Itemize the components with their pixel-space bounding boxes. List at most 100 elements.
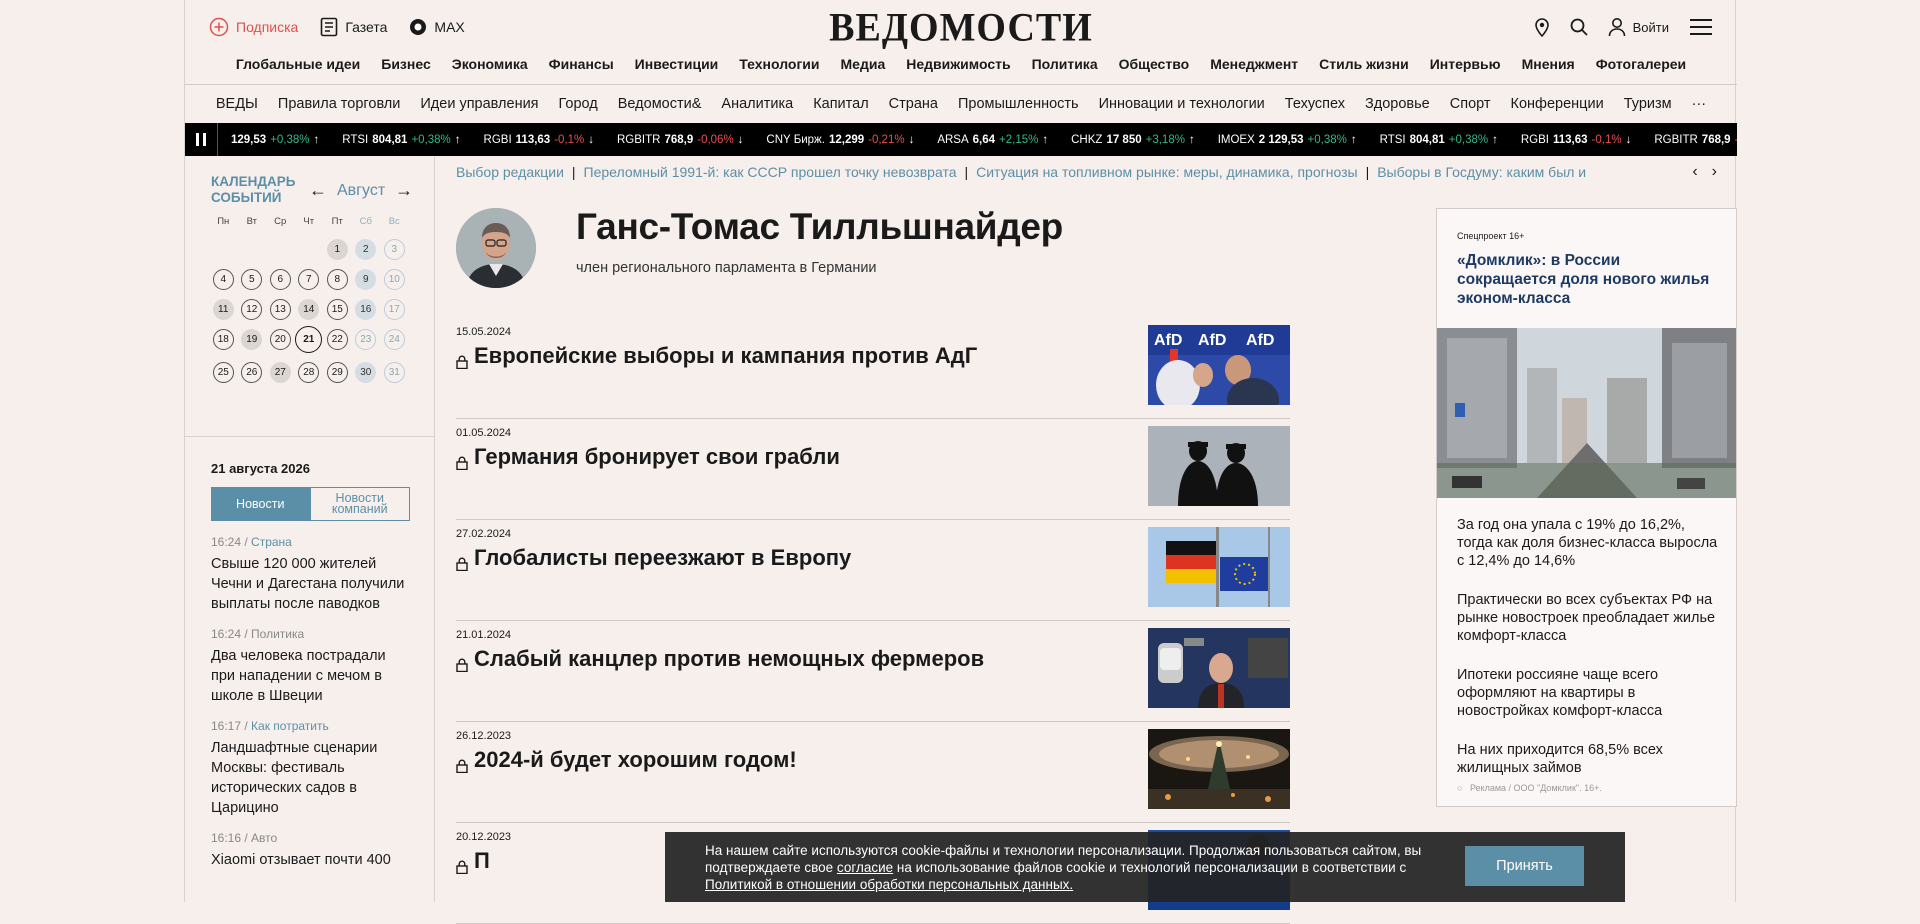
- search-icon[interactable]: [1570, 18, 1588, 36]
- nav-item[interactable]: Город: [559, 96, 598, 112]
- tab-news[interactable]: Новости: [211, 487, 310, 521]
- article-title-link[interactable]: Глобалисты переезжают в Европу: [456, 545, 851, 572]
- nav-item[interactable]: Политика: [1032, 56, 1098, 84]
- nav-item[interactable]: Страна: [889, 96, 938, 112]
- ad-point[interactable]: На них приходится 68,5% всех жилищных за…: [1457, 741, 1719, 777]
- ticker-item[interactable]: RGBI 113,63 -0,1% ↓: [484, 134, 594, 146]
- prev-month-arrow-icon[interactable]: ←: [309, 180, 327, 201]
- calendar-day[interactable]: 23: [355, 329, 377, 350]
- topic-link[interactable]: Ситуация на топливном рынке: меры, динам…: [976, 164, 1357, 180]
- nav-item[interactable]: Фотогалереи: [1596, 56, 1686, 84]
- login-button[interactable]: Войти: [1608, 17, 1669, 37]
- ticker-item[interactable]: IMOEX 2 129,53 +0,38% ↑: [1218, 134, 1357, 146]
- article-title-link[interactable]: П: [456, 848, 490, 875]
- ticker-item[interactable]: CNY Бирж. 12,299 -0,21% ↓: [766, 134, 914, 146]
- calendar-day[interactable]: 22: [326, 329, 348, 350]
- topic-link[interactable]: Выборы в Госдуму: каким был и будет росс…: [1377, 164, 1586, 180]
- ticker-item[interactable]: RTSI 804,81 +0,38% ↑: [342, 134, 460, 146]
- calendar-day[interactable]: 20: [269, 329, 291, 350]
- calendar-day[interactable]: 19: [241, 329, 263, 350]
- calendar-day[interactable]: 1: [326, 239, 348, 260]
- calendar-day[interactable]: 18: [212, 329, 234, 350]
- nav-item[interactable]: Инновации и технологии: [1099, 96, 1265, 112]
- calendar-day[interactable]: 17: [383, 299, 405, 320]
- news-category[interactable]: Авто: [251, 831, 277, 845]
- nav-item[interactable]: Конференции: [1511, 96, 1604, 112]
- calendar-title[interactable]: КАЛЕНДАРЬ СОБЫТИЙ: [211, 174, 301, 206]
- nav-item[interactable]: Техуспех: [1285, 96, 1345, 112]
- chevron-left-icon[interactable]: ‹: [1692, 163, 1697, 181]
- nav-item[interactable]: Стиль жизни: [1319, 56, 1409, 84]
- ticker-item[interactable]: RGBI 113,63 -0,1% ↓: [1521, 134, 1631, 146]
- accept-cookies-button[interactable]: Принять: [1465, 846, 1584, 886]
- nav-item[interactable]: ВЕДЫ: [216, 96, 258, 112]
- article-title-link[interactable]: 2024-й будет хорошим годом!: [456, 747, 797, 774]
- topic-link[interactable]: Переломный 1991-й: как СССР прошел точку…: [584, 164, 957, 180]
- news-category[interactable]: Страна: [251, 535, 292, 549]
- site-logo[interactable]: ВЕДОМОСТИ: [185, 5, 1737, 51]
- menu-icon[interactable]: [1689, 18, 1713, 36]
- news-title[interactable]: Свыше 120 000 жителей Чечни и Дагестана …: [211, 554, 411, 614]
- calendar-day[interactable]: 26: [241, 362, 263, 383]
- calendar-day[interactable]: 15: [326, 299, 348, 320]
- nav-item[interactable]: Идеи управления: [420, 96, 538, 112]
- calendar-day[interactable]: 28: [298, 362, 320, 383]
- calendar-day[interactable]: 14: [298, 299, 320, 320]
- ad-point[interactable]: За год она упала с 19% до 16,2%, тогда к…: [1457, 516, 1719, 570]
- calendar-day[interactable]: 12: [241, 299, 263, 320]
- calendar-day[interactable]: 24: [383, 329, 405, 350]
- ticker-item[interactable]: ARSA 6,64 +2,15% ↑: [937, 134, 1048, 146]
- nav-item[interactable]: Инвестиции: [635, 56, 719, 84]
- article-title-link[interactable]: Слабый канцлер против немощных фермеров: [456, 646, 984, 673]
- nav-item[interactable]: Промышленность: [958, 96, 1079, 112]
- calendar-day[interactable]: 2: [355, 239, 377, 260]
- calendar-day[interactable]: 31: [383, 362, 405, 383]
- nav-item[interactable]: Медиа: [841, 56, 886, 84]
- calendar-day[interactable]: 9: [355, 269, 377, 290]
- nav-item[interactable]: Аналитика: [721, 96, 793, 112]
- nav-item[interactable]: Глобальные идеи: [236, 56, 360, 84]
- ad-point[interactable]: Ипотеки россияне чаще всего оформляют на…: [1457, 666, 1719, 720]
- article-thumbnail[interactable]: AfD AfD AfD: [1148, 325, 1290, 405]
- article-thumbnail[interactable]: [1148, 729, 1290, 809]
- calendar-day[interactable]: 10: [383, 269, 405, 290]
- news-title[interactable]: Ландшафтные сценарии Москвы: фестиваль и…: [211, 738, 411, 818]
- calendar-day[interactable]: 7: [298, 269, 320, 290]
- ad-title[interactable]: «Домклик»: в России сокращается доля нов…: [1457, 251, 1719, 308]
- article-title-link[interactable]: Германия бронирует свои грабли: [456, 444, 840, 471]
- news-category[interactable]: Как потратить: [251, 719, 329, 733]
- tab-company-news[interactable]: Новости компаний: [309, 487, 410, 521]
- nav-item[interactable]: Финансы: [549, 56, 614, 84]
- news-category[interactable]: Политика: [251, 627, 304, 641]
- privacy-policy-link[interactable]: Политикой в отношении обработки персонал…: [705, 877, 1073, 892]
- nav-item[interactable]: Правила торговли: [278, 96, 400, 112]
- nav-item[interactable]: Интервью: [1430, 56, 1501, 84]
- nav-item[interactable]: Технологии: [739, 56, 819, 84]
- nav-item[interactable]: Бизнес: [381, 56, 430, 84]
- news-title[interactable]: Xiaomi отзывает почти 400: [211, 850, 411, 870]
- topic-link[interactable]: Выбор редакции: [456, 164, 564, 180]
- calendar-day[interactable]: 8: [326, 269, 348, 290]
- article-thumbnail[interactable]: [1148, 426, 1290, 506]
- calendar-day[interactable]: 27: [269, 362, 291, 383]
- article-thumbnail[interactable]: [1148, 628, 1290, 708]
- nav-item[interactable]: Экономика: [452, 56, 528, 84]
- calendar-day[interactable]: 29: [326, 362, 348, 383]
- nav-item[interactable]: Здоровье: [1365, 96, 1430, 112]
- nav-item[interactable]: Мнения: [1522, 56, 1575, 84]
- next-month-arrow-icon[interactable]: →: [395, 180, 413, 201]
- calendar-day[interactable]: 5: [241, 269, 263, 290]
- calendar-day[interactable]: 25: [212, 362, 234, 383]
- ticker-item[interactable]: RTSI 804,81 +0,38% ↑: [1380, 134, 1498, 146]
- ticker-pause-button[interactable]: [185, 123, 218, 156]
- ticker-item[interactable]: RGBITR768,9-0,06%↓: [617, 134, 743, 146]
- calendar-day[interactable]: 13: [269, 299, 291, 320]
- calendar-day[interactable]: 21: [295, 326, 323, 353]
- ticker-item[interactable]: CHKZ 17 850 +3,18% ↑: [1071, 134, 1195, 146]
- nav-item[interactable]: Спорт: [1450, 96, 1491, 112]
- ad-image[interactable]: [1437, 328, 1736, 498]
- calendar-day[interactable]: 11: [212, 299, 234, 320]
- nav-item[interactable]: Капитал: [813, 96, 868, 112]
- nav-item[interactable]: Менеджмент: [1210, 56, 1298, 84]
- nav-item[interactable]: Общество: [1119, 56, 1190, 84]
